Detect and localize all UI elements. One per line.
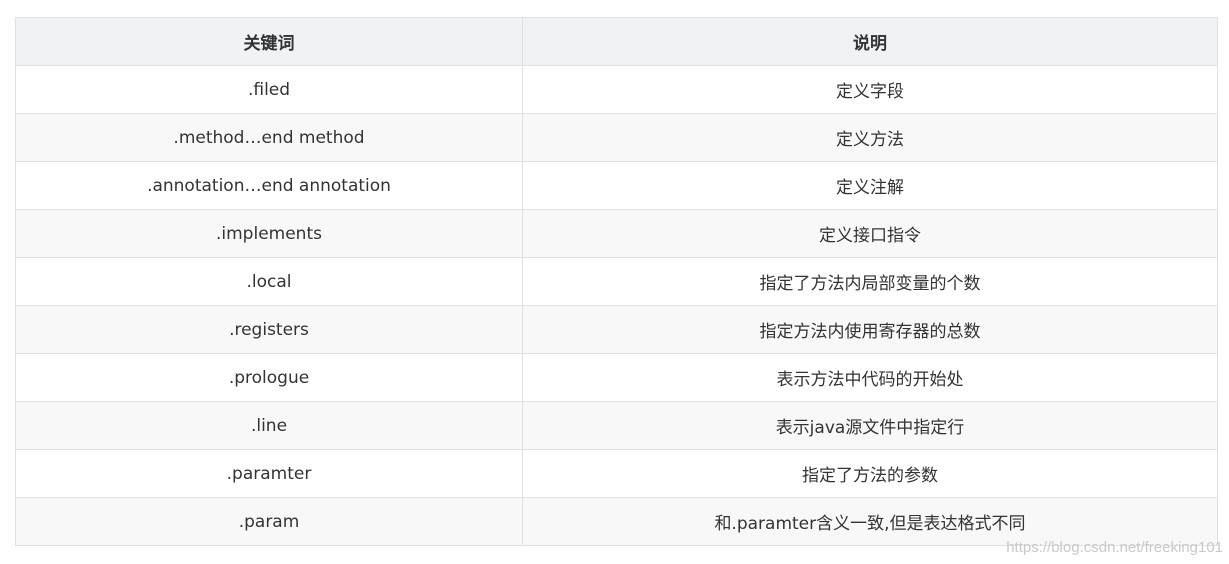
description-cell: 表示方法中代码的开始处	[522, 353, 1218, 402]
table-row: .method…end method 定义方法	[15, 113, 1218, 162]
description-cell: 定义字段	[522, 65, 1218, 114]
keyword-cell: .local	[15, 257, 523, 306]
table-header-row: 关键词 说明	[15, 17, 1218, 66]
table-row: .annotation…end annotation 定义注解	[15, 161, 1218, 210]
keyword-cell: .line	[15, 401, 523, 450]
table-row: .implements 定义接口指令	[15, 209, 1218, 258]
keyword-table: 关键词 说明 .filed 定义字段 .method…end method 定义…	[15, 17, 1218, 546]
description-cell: 指定了方法的参数	[522, 449, 1218, 498]
keyword-cell: .param	[15, 497, 523, 546]
table-row: .line 表示java源文件中指定行	[15, 401, 1218, 450]
description-cell: 指定了方法内局部变量的个数	[522, 257, 1218, 306]
description-cell: 指定方法内使用寄存器的总数	[522, 305, 1218, 354]
description-cell: 定义注解	[522, 161, 1218, 210]
keyword-cell: .implements	[15, 209, 523, 258]
table-row: .prologue 表示方法中代码的开始处	[15, 353, 1218, 402]
description-cell: 定义方法	[522, 113, 1218, 162]
watermark-url: https://blog.csdn.net/freeking101	[1006, 539, 1223, 556]
table-row: .paramter 指定了方法的参数	[15, 449, 1218, 498]
keyword-cell: .method…end method	[15, 113, 523, 162]
table-row: .local 指定了方法内局部变量的个数	[15, 257, 1218, 306]
keyword-cell: .annotation…end annotation	[15, 161, 523, 210]
table-row: .filed 定义字段	[15, 65, 1218, 114]
keyword-cell: .prologue	[15, 353, 523, 402]
header-keyword: 关键词	[15, 17, 523, 66]
keyword-cell: .paramter	[15, 449, 523, 498]
header-description: 说明	[522, 17, 1218, 66]
description-cell: 定义接口指令	[522, 209, 1218, 258]
keyword-table-container: 关键词 说明 .filed 定义字段 .method…end method 定义…	[15, 17, 1218, 546]
keyword-cell: .filed	[15, 65, 523, 114]
keyword-cell: .registers	[15, 305, 523, 354]
table-row: .registers 指定方法内使用寄存器的总数	[15, 305, 1218, 354]
description-cell: 表示java源文件中指定行	[522, 401, 1218, 450]
